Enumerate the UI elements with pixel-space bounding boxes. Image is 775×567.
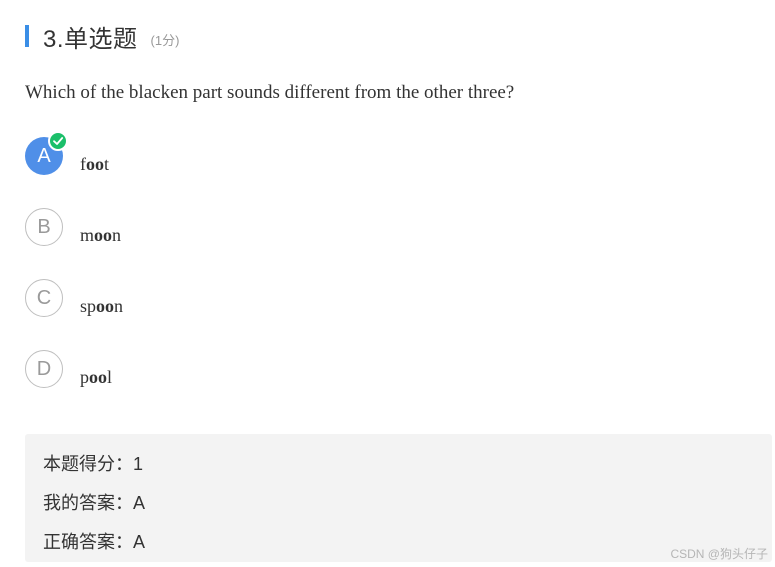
option-d-text: pool <box>80 367 112 388</box>
option-d-text-post: l <box>107 367 113 387</box>
option-b-text: moon <box>80 225 121 246</box>
option-d-text-bold: oo <box>89 367 107 387</box>
option-b-text-bold: oo <box>94 225 113 245</box>
question-score: (1分) <box>150 32 180 48</box>
option-c-text: spoon <box>80 296 123 317</box>
watermark: CSDN @狗头仔子 <box>670 547 768 561</box>
correct-answer: 正确答案：A <box>43 528 145 554</box>
correct-answer-label: 正确答案： <box>43 532 133 552</box>
option-c-letter: C <box>36 286 52 309</box>
my-answer: 我的答案：A <box>43 489 145 515</box>
option-d-letter: D <box>36 357 52 380</box>
option-d-text-pre: p <box>80 367 89 387</box>
question-header: 3.单选题 (1分) <box>25 20 180 53</box>
option-a-text: foot <box>80 154 109 175</box>
option-b-text-post: n <box>112 225 122 245</box>
option-a-letter: A <box>37 144 51 167</box>
accent-bar <box>25 25 29 47</box>
my-answer-label: 我的答案： <box>43 493 133 513</box>
option-c-text-post: n <box>114 296 124 316</box>
checkmark-icon <box>48 131 68 151</box>
option-d-circle[interactable]: D <box>25 350 63 388</box>
option-b-letter: B <box>37 215 51 238</box>
result-panel: 本题得分：1 我的答案：A 正确答案：A <box>25 434 772 562</box>
option-c-text-bold: oo <box>96 296 115 316</box>
score-label: 本题得分： <box>43 454 133 474</box>
option-a-text-post: t <box>104 154 110 174</box>
option-c-text-pre: sp <box>80 296 97 316</box>
option-c-circle[interactable]: C <box>25 279 63 317</box>
correct-answer-value: A <box>133 532 146 552</box>
score-value: 1 <box>133 454 144 474</box>
option-b-circle[interactable]: B <box>25 208 63 246</box>
question-title: 3.单选题 <box>43 25 138 53</box>
question-stem: Which of the blacken part sounds differe… <box>25 82 515 103</box>
option-a-text-bold: oo <box>86 154 104 174</box>
score-result: 本题得分：1 <box>43 450 143 476</box>
my-answer-value: A <box>133 493 146 513</box>
option-b-text-pre: m <box>80 225 95 245</box>
